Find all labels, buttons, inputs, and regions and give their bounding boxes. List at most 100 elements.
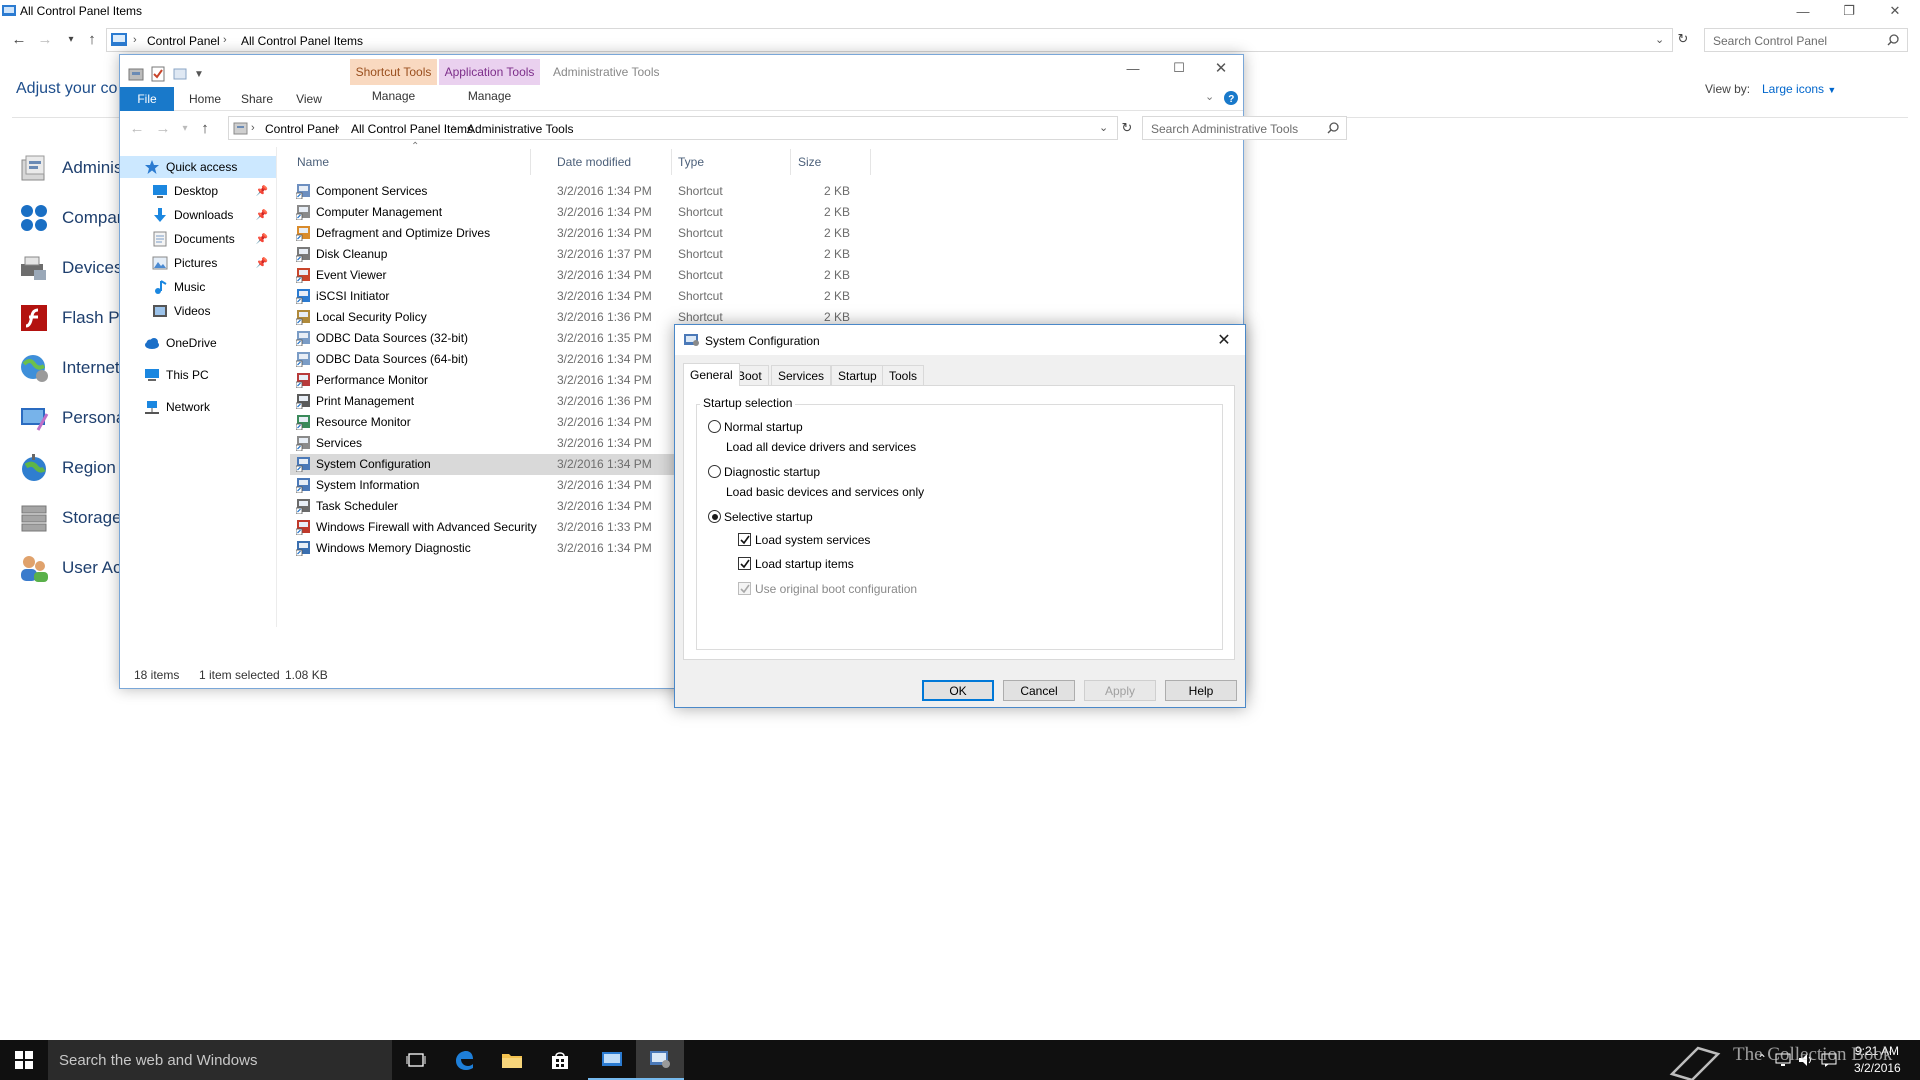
breadcrumb-control-panel[interactable]: Control Panel [147,34,220,48]
tab-services[interactable]: Services [771,365,832,385]
column-header-size[interactable]: Size [798,155,821,169]
minimize-button[interactable]: — [1780,0,1826,22]
nav-music[interactable]: Music [152,276,276,298]
minimize-button[interactable]: — [1110,57,1156,79]
control-panel-taskbar-button[interactable] [588,1040,636,1080]
edge-button[interactable] [440,1040,488,1080]
file-row[interactable]: Performance Monitor 3/2/2016 1:34 PM [290,370,680,391]
column-divider[interactable] [530,149,531,175]
column-header-date[interactable]: Date modified [557,155,631,169]
file-row[interactable]: Print Management 3/2/2016 1:36 PM [290,391,680,412]
forward-arrow-icon[interactable]: → [36,30,54,48]
pin-icon[interactable]: 📌 [256,258,268,269]
refresh-icon[interactable]: ↻ [1118,119,1136,137]
normal-startup-label[interactable]: Normal startup [724,420,803,434]
cp-item-companion[interactable]: Compan [18,200,126,236]
diagnostic-startup-label[interactable]: Diagnostic startup [724,465,820,479]
file-row[interactable]: Local Security Policy 3/2/2016 1:36 PM Sho… [290,307,850,328]
file-row[interactable]: iSCSI Initiator 3/2/2016 1:34 PM Shortcut 2… [290,286,850,307]
pin-icon[interactable]: 📌 [256,234,268,245]
file-row[interactable]: Task Scheduler 3/2/2016 1:34 PM [290,496,680,517]
nav-documents[interactable]: Documents 📌 [152,228,276,250]
cp-item-storage-spaces[interactable]: Storage [18,500,122,536]
column-divider[interactable] [790,149,791,175]
recent-locations-chevron-icon[interactable]: ▾ [176,119,194,137]
breadcrumb-all-items[interactable]: All Control Panel Items [241,34,363,48]
help-button[interactable]: Help [1165,680,1237,701]
cp-item-internet-options[interactable]: Internet [18,350,120,386]
close-button[interactable]: ✕ [1211,329,1237,351]
tab-startup[interactable]: Startup [831,365,884,385]
close-button[interactable]: ✕ [1198,57,1244,79]
properties-icon[interactable] [150,66,166,82]
cancel-button[interactable]: Cancel [1003,680,1075,701]
tab-general[interactable]: General [683,363,740,386]
new-folder-icon[interactable] [172,66,188,82]
file-row[interactable]: Event Viewer 3/2/2016 1:34 PM Shortcut 2 KB [290,265,850,286]
up-arrow-icon[interactable]: ↑ [83,30,101,48]
column-divider[interactable] [671,149,672,175]
search-icon[interactable] [1327,122,1339,134]
maximize-button[interactable]: ☐ [1156,57,1202,79]
forward-arrow-icon[interactable]: → [154,119,172,137]
file-row[interactable]: Windows Memory Diagnostic 3/2/2016 1:34 P… [290,538,680,559]
tab-home[interactable]: Home [180,87,230,111]
file-row[interactable]: Computer Management 3/2/2016 1:34 PM Short… [290,202,850,223]
tab-share[interactable]: Share [232,87,282,111]
view-by-dropdown[interactable]: Large icons ▼ [1762,82,1836,96]
nav-onedrive[interactable]: OneDrive [144,332,276,354]
tab-file[interactable]: File [120,87,174,111]
file-row[interactable]: Component Services 3/2/2016 1:34 PM Shortc… [290,181,850,202]
search-administrative-tools-input[interactable]: Search Administrative Tools [1142,116,1347,140]
file-explorer-button[interactable] [488,1040,536,1080]
recent-locations-chevron-icon[interactable]: ▾ [62,30,80,48]
load-system-services-checkbox[interactable] [738,533,751,546]
address-bar[interactable]: › Control Panel › All Control Panel Item… [228,116,1118,140]
cp-item-flash-player[interactable]: Flash Pla [18,300,133,336]
selective-startup-label[interactable]: Selective startup [724,510,813,524]
selective-startup-radio[interactable] [708,510,721,523]
up-arrow-icon[interactable]: ↑ [196,119,214,137]
pin-icon[interactable]: 📌 [256,186,268,197]
tab-tools[interactable]: Tools [882,365,925,385]
column-header-name[interactable]: Name [297,155,329,169]
file-row[interactable]: Resource Monitor 3/2/2016 1:34 PM [290,412,680,433]
column-header-type[interactable]: Type [678,155,704,169]
cp-item-administrative-tools[interactable]: Adminis [18,150,122,186]
pin-icon[interactable]: 📌 [256,210,268,221]
search-control-panel-input[interactable]: Search Control Panel [1704,28,1908,52]
load-startup-items-checkbox[interactable] [738,557,751,570]
close-button[interactable]: ✕ [1872,0,1918,22]
start-button[interactable] [0,1040,48,1080]
file-row[interactable]: System Configuration 3/2/2016 1:34 PM [290,454,675,475]
ok-button[interactable]: OK [922,680,994,701]
load-system-services-label[interactable]: Load system services [755,533,870,547]
diagnostic-startup-radio[interactable] [708,465,721,478]
file-row[interactable]: Disk Cleanup 3/2/2016 1:37 PM Shortcut 2 KB [290,244,850,265]
nav-network[interactable]: Network [144,396,276,418]
cp-item-devices[interactable]: Devices [18,250,122,286]
nav-pictures[interactable]: Pictures 📌 [152,252,276,274]
task-view-button[interactable] [392,1040,440,1080]
nav-this-pc[interactable]: This PC [144,364,276,386]
cp-item-personalization[interactable]: Personal [18,400,129,436]
help-icon[interactable]: ? [1224,91,1238,105]
breadcrumb-control-panel[interactable]: Control Panel [265,122,338,136]
cp-item-user-accounts[interactable]: User Acc [18,550,130,586]
normal-startup-radio[interactable] [708,420,721,433]
load-startup-items-label[interactable]: Load startup items [755,557,854,571]
file-row[interactable]: ODBC Data Sources (64-bit) 3/2/2016 1:34 … [290,349,680,370]
breadcrumb-administrative-tools[interactable]: Administrative Tools [467,122,574,136]
cp-item-region[interactable]: Region [18,450,116,486]
taskbar-search-box[interactable]: Search the web and Windows [48,1040,392,1080]
file-row[interactable]: ODBC Data Sources (32-bit) 3/2/2016 1:35 … [290,328,680,349]
back-arrow-icon[interactable]: ← [10,30,28,48]
tab-view[interactable]: View [284,87,334,111]
system-configuration-taskbar-button[interactable] [636,1040,684,1080]
file-row[interactable]: Services 3/2/2016 1:34 PM [290,433,680,454]
address-dropdown-icon[interactable]: ⌄ [1655,33,1664,46]
nav-quick-access[interactable]: Quick access [120,156,276,178]
column-divider[interactable] [870,149,871,175]
file-row[interactable]: System Information 3/2/2016 1:34 PM [290,475,680,496]
store-button[interactable] [536,1040,584,1080]
